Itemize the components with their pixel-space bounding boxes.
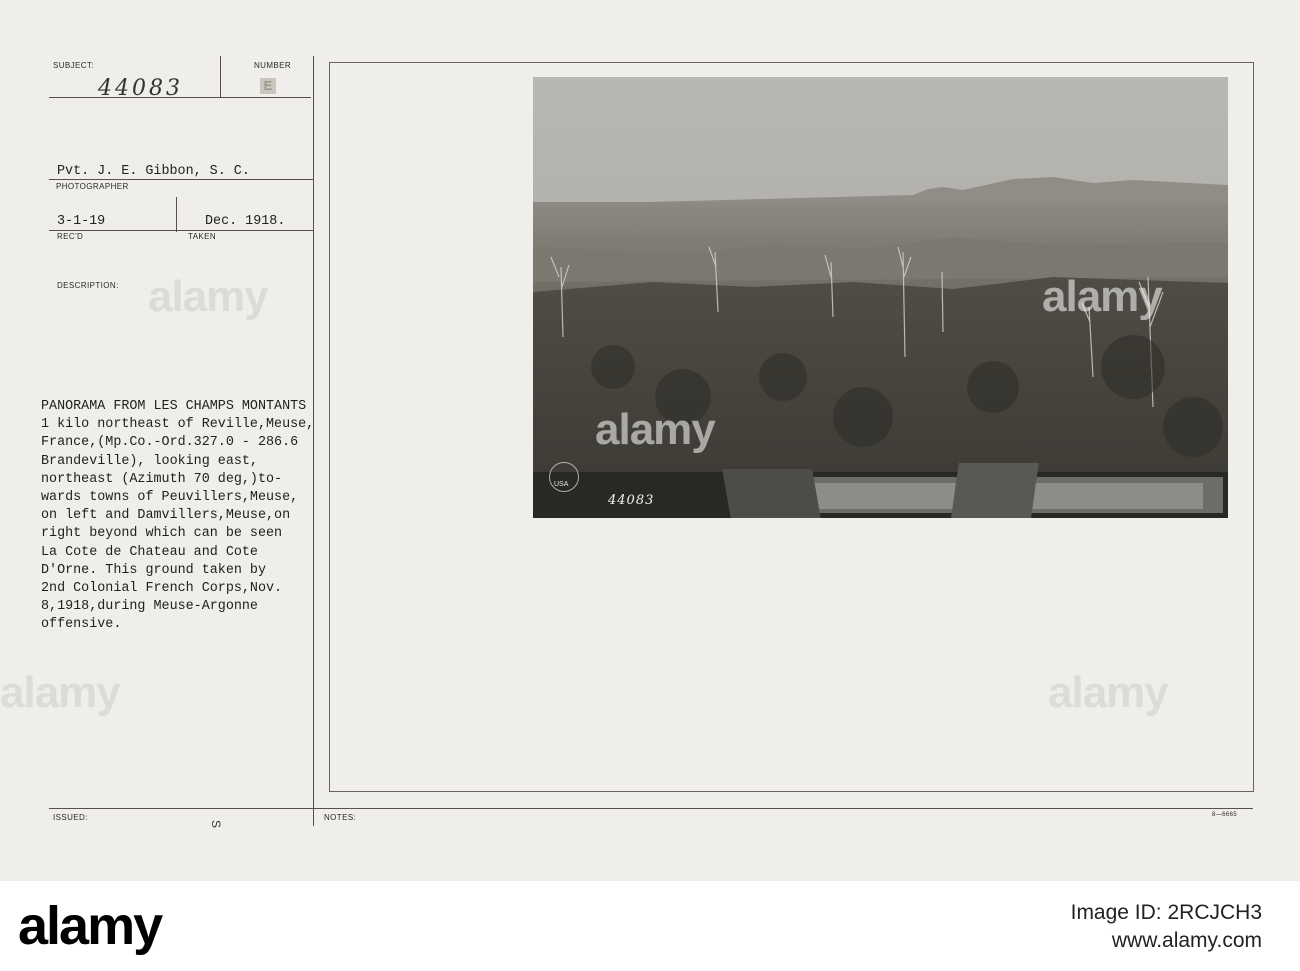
photo-usa-stamp: USA <box>549 462 579 492</box>
description-line: right beyond which can be seen <box>41 526 283 542</box>
watermark: alamy <box>1042 272 1163 321</box>
description-line: France,(Mp.Co.-Ord.327.0 - 286.6 <box>41 435 299 451</box>
description-label: DESCRIPTION: <box>57 281 119 290</box>
record-card: SUBJECT: 44083 NUMBER E Pvt. J. E. Gibbo… <box>0 0 1300 881</box>
number-value: E <box>260 78 276 94</box>
description-line: 8,1918,during Meuse-Argonne <box>41 599 258 615</box>
photo-negative-number: 44083 <box>608 493 655 508</box>
description-line: D'Orne. This ground taken by <box>41 562 266 578</box>
description-line: wards towns of Peuvillers,Meuse, <box>41 490 299 506</box>
watermark: alamy <box>0 668 121 717</box>
footer-image-id: Image ID: 2RCJCH3 <box>1070 901 1262 924</box>
description-line: 2nd Colonial French Corps,Nov. <box>41 581 283 597</box>
watermark: alamy <box>1048 668 1169 717</box>
description-line: on left and Damvillers,Meuse,on <box>41 508 291 524</box>
description-line: 1 kilo northeast of Reville,Meuse, <box>41 417 315 433</box>
corner-code: 8—6665 <box>1212 812 1238 818</box>
rule-subject-number-divider <box>220 56 221 98</box>
watermark: alamy <box>148 272 269 321</box>
notes-label: NOTES: <box>324 813 357 822</box>
issued-label: ISSUED: <box>53 813 88 822</box>
description-line: Brandeville), looking east, <box>41 453 258 469</box>
taken-date: Dec. 1918. <box>205 214 286 229</box>
description-text: PANORAMA FROM LES CHAMPS MONTANTS 1 kilo… <box>41 398 314 635</box>
subject-label: SUBJECT: <box>53 61 94 70</box>
received-label: REC'D <box>57 232 84 241</box>
rule-bottom <box>49 808 1253 809</box>
received-date: 3-1-19 <box>57 214 106 229</box>
description-line: La Cote de Chateau and Cote <box>41 544 258 560</box>
footer-brand-logo[interactable]: alamy <box>18 895 163 957</box>
photo-usa-stamp-text: USA <box>554 481 569 488</box>
description-line: PANORAMA FROM LES CHAMPS MONTANTS <box>41 399 307 414</box>
taken-label: TAKEN <box>188 232 217 241</box>
description-line: offensive. <box>41 617 122 633</box>
rule-dates <box>49 230 313 231</box>
number-label: NUMBER <box>254 61 292 70</box>
description-line: northeast (Azimuth 70 deg,)to- <box>41 471 283 487</box>
rule-dates-divider <box>176 197 177 232</box>
stamp-mark: S <box>209 819 224 829</box>
watermark: alamy <box>595 405 716 454</box>
photographer-name: Pvt. J. E. Gibbon, S. C. <box>57 164 250 179</box>
photographer-label: PHOTOGRAPHER <box>56 182 129 191</box>
rule-photographer <box>49 179 313 180</box>
subject-value: 44083 <box>98 76 183 101</box>
footer-site-link[interactable]: www.alamy.com <box>1112 929 1262 953</box>
footer-bar: alamy Image ID: 2RCJCH3 www.alamy.com <box>0 881 1300 971</box>
